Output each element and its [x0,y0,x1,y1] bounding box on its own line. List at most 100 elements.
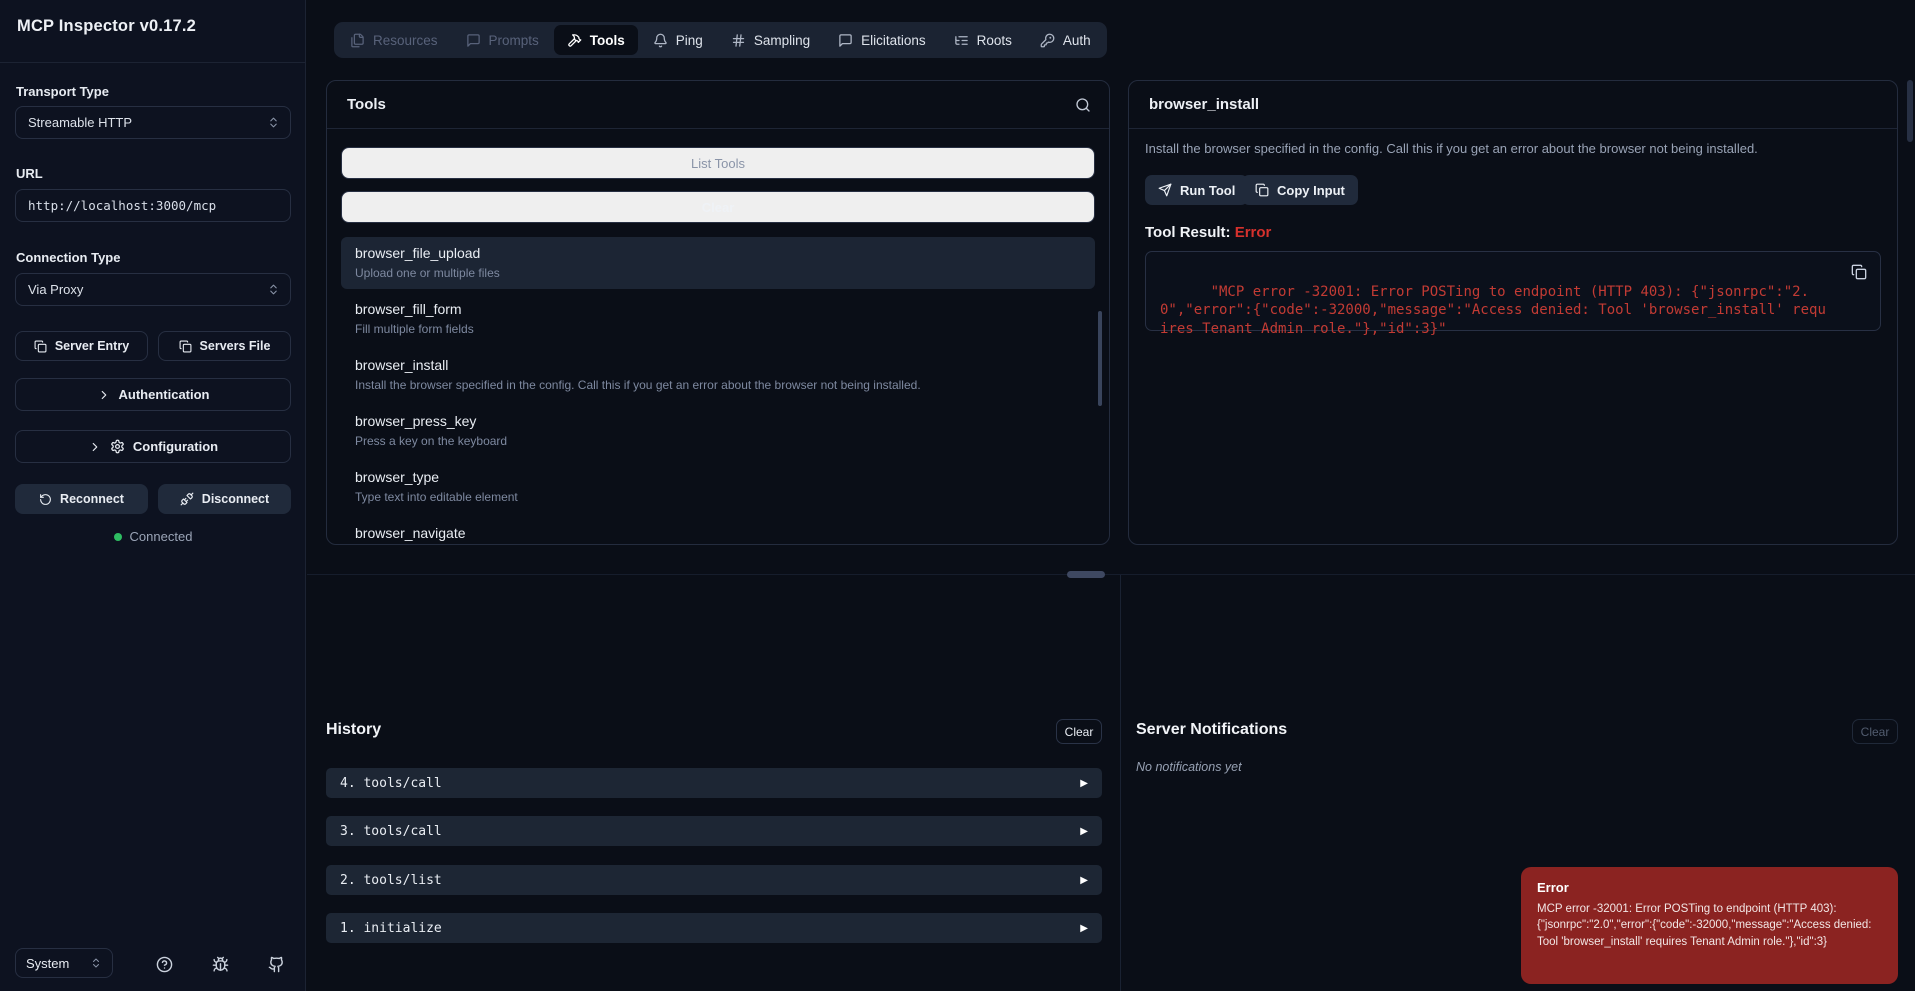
servers-file-button[interactable]: Servers File [158,331,291,361]
chevrons-up-down-icon [267,116,280,129]
tab-label: Roots [977,33,1012,48]
transport-type-value: Streamable HTTP [28,115,132,130]
page-scrollbar[interactable] [1907,80,1913,142]
copy-icon [1255,183,1269,197]
tab-ping[interactable]: Ping [640,25,716,55]
tab-label: Tools [590,33,625,48]
gear-icon [110,439,125,454]
history-item-label: 2. tools/list [340,873,442,888]
history-item[interactable]: 4. tools/call ▶ [326,768,1102,798]
tool-name: browser_press_key [355,413,1081,429]
expand-icon: ▶ [1080,778,1088,789]
connected-label: Connected [130,529,193,544]
tab-prompts[interactable]: Prompts [453,25,552,55]
tool-description: Press a key on the keyboard [355,434,1081,448]
tool-list-item[interactable]: browser_type Type text into editable ele… [341,461,1095,513]
history-clear-button[interactable]: Clear [1056,719,1102,744]
bell-icon [653,33,668,48]
tool-result-text: Tool Result: [1145,224,1231,241]
connection-type-select[interactable]: Via Proxy [15,273,291,306]
files-icon [350,33,365,48]
hash-icon [731,33,746,48]
tool-list-item[interactable]: browser_press_key Press a key on the key… [341,405,1095,457]
url-label: URL [16,166,43,181]
tab-auth[interactable]: Auth [1027,25,1104,55]
vertical-split-divider[interactable] [1120,575,1121,991]
history-item-label: 4. tools/call [340,776,442,791]
tab-roots[interactable]: Roots [941,25,1025,55]
reconnect-button[interactable]: Reconnect [15,484,148,514]
tab-tools[interactable]: Tools [554,25,638,55]
history-item-label: 1. initialize [340,921,442,936]
configuration-toggle[interactable]: Configuration [15,430,291,463]
tool-name: browser_fill_form [355,301,1081,317]
disconnect-label: Disconnect [202,492,269,506]
tool-description: Type text into editable element [355,490,1081,504]
main-tabbar: Resources Prompts Tools Ping Sampling [334,22,1107,58]
server-entry-button[interactable]: Server Entry [15,331,148,361]
github-icon[interactable] [268,956,285,973]
connection-status: Connected [0,529,306,544]
url-input[interactable] [15,189,291,222]
hammer-icon [567,33,582,48]
tools-panel-header: Tools [327,81,1109,129]
tool-result-json: "MCP error -32001: Error POSTing to endp… [1160,284,1826,337]
copy-icon [179,340,192,353]
tool-list-item[interactable]: browser_fill_form Fill multiple form fie… [341,293,1095,345]
tools-panel: Tools List Tools Clear browser_file_uplo… [326,80,1110,545]
history-item[interactable]: 2. tools/list ▶ [326,865,1102,895]
copy-input-button[interactable]: Copy Input [1242,175,1358,205]
notifications-empty-message: No notifications yet [1136,760,1242,774]
authentication-toggle[interactable]: Authentication [15,378,291,411]
connected-dot-icon [114,533,122,541]
copy-result-icon[interactable] [1851,264,1867,280]
copy-input-label: Copy Input [1277,183,1345,198]
tool-detail-description: Install the browser specified in the con… [1145,141,1877,156]
notifications-clear-button[interactable]: Clear [1852,719,1898,744]
tab-resources[interactable]: Resources [337,25,451,55]
horizontal-resize-handle[interactable] [1067,571,1105,578]
tools-list-scrollbar[interactable] [1098,311,1102,406]
tab-elicitations[interactable]: Elicitations [825,25,939,55]
search-icon[interactable] [1075,97,1091,113]
tool-detail-title: browser_install [1149,96,1259,113]
chevrons-up-down-icon [90,957,102,969]
run-tool-button[interactable]: Run Tool [1145,175,1248,205]
chevron-right-icon [97,388,111,402]
server-entry-label: Server Entry [55,339,129,353]
history-item[interactable]: 1. initialize ▶ [326,913,1102,943]
tool-list-item[interactable]: browser_install Install the browser spec… [341,349,1095,401]
tree-icon [954,33,969,48]
sidebar-divider [0,62,305,63]
tool-result-status: Error [1235,224,1272,241]
notifications-title: Server Notifications [1136,721,1287,739]
clear-tools-button[interactable]: Clear [341,191,1095,223]
unplug-icon [180,492,194,506]
tool-detail-header: browser_install [1129,81,1897,129]
tab-sampling[interactable]: Sampling [718,25,823,55]
theme-value: System [26,956,69,971]
tab-label: Sampling [754,33,810,48]
message-square-icon [466,33,481,48]
list-tools-button[interactable]: List Tools [341,147,1095,179]
message-square-icon [838,33,853,48]
chevron-right-icon [88,440,102,454]
servers-file-label: Servers File [200,339,271,353]
help-icon[interactable] [156,956,173,973]
history-item[interactable]: 3. tools/call ▶ [326,816,1102,846]
disconnect-button[interactable]: Disconnect [158,484,291,514]
bug-icon[interactable] [212,956,229,973]
tool-list-item[interactable]: browser_file_upload Upload one or multip… [341,237,1095,289]
authentication-label: Authentication [119,387,210,402]
error-toast[interactable]: Error MCP error -32001: Error POSTing to… [1521,867,1898,984]
copy-icon [34,340,47,353]
tool-name: browser_type [355,469,1081,485]
expand-icon: ▶ [1080,875,1088,886]
tool-list-item[interactable]: browser_navigate Navigate to a URL [341,517,1095,545]
tool-description: Upload one or multiple files [355,266,1081,280]
tools-panel-title: Tools [347,96,386,113]
tool-result-label: Tool Result: Error [1145,224,1271,241]
transport-type-select[interactable]: Streamable HTTP [15,106,291,139]
tool-name: browser_install [355,357,1081,373]
theme-select[interactable]: System [15,948,113,978]
